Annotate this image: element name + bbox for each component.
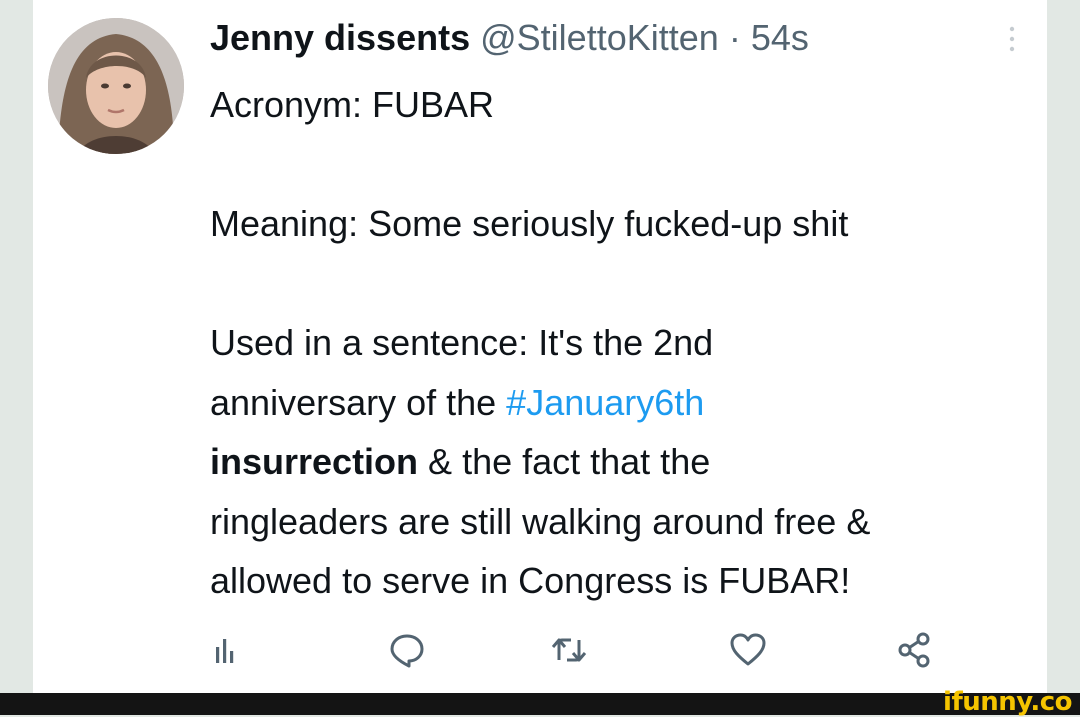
hashtag-link[interactable]: #January6th [506,382,704,423]
action-bar [0,620,1080,680]
tweet-line-used-5: allowed to serve in Congress is FUBAR! [210,560,851,601]
watermark-bar: ifunny.co [0,689,1080,715]
tweet-line-used-4: ringleaders are still walking around fre… [210,500,871,542]
display-name[interactable]: Jenny dissents [210,17,470,58]
tweet-line-acronym: Acronym: FUBAR [210,84,495,125]
tweet-line-used-3-rest: & the fact that the [418,441,711,482]
analytics-icon[interactable] [195,620,255,680]
ifunny-logo: ifunny.co [943,687,1072,717]
tweet-line-used-2: anniversary of the #January6th [210,373,1045,433]
more-options-icon[interactable] [1006,24,1018,54]
timestamp[interactable]: 54s [751,17,809,58]
reply-icon[interactable] [377,620,437,680]
tweet-line-meaning: Meaning: Some seriously fucked-up shit [210,203,849,244]
handle[interactable]: @StilettoKitten [480,17,719,58]
bold-word: insurrection [210,441,419,482]
tweet-line-used-3: insurrection & the fact that the [210,432,1045,492]
avatar[interactable] [48,18,184,154]
like-icon[interactable] [718,620,778,680]
profile-photo [48,18,184,154]
tweet-line-used-2-prefix: anniversary of the [210,381,497,423]
separator: · [728,17,741,58]
share-icon[interactable] [885,620,945,680]
retweet-icon[interactable] [539,620,599,680]
tweet-header: Jenny dissents @StilettoKitten · 54s [210,16,809,60]
tweet-text: Acronym: FUBAR Meaning: Some seriously f… [210,75,1045,611]
tweet-line-used-1: Used in a sentence: It's the 2nd [210,322,714,363]
